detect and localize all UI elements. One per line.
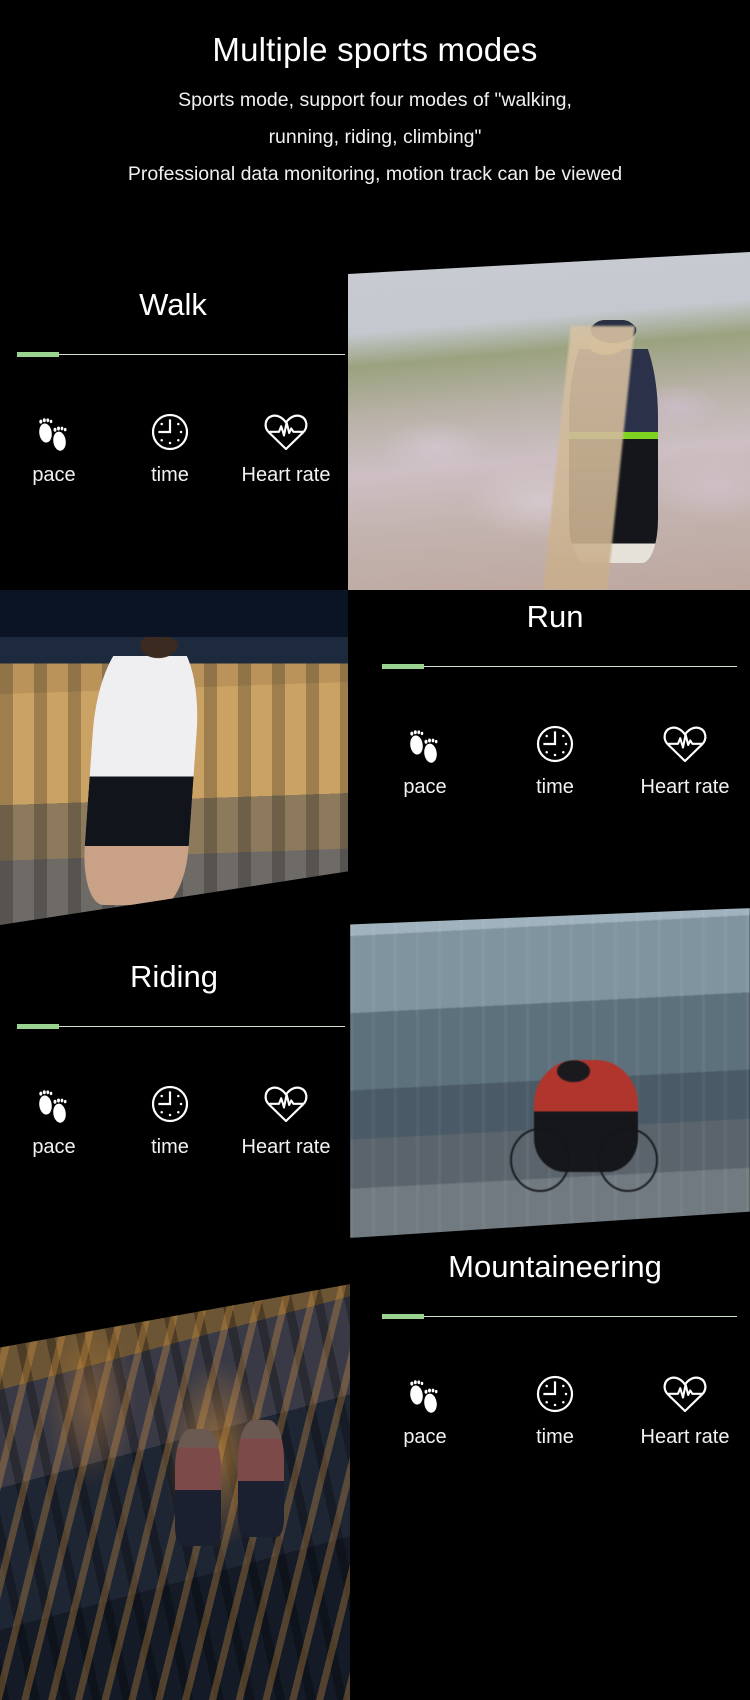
metric-label: time	[536, 776, 574, 799]
divider-accent-segment	[17, 352, 59, 358]
clock-icon	[532, 1367, 578, 1415]
metric-label: Heart rate	[640, 1426, 730, 1449]
metric-heart-rate[interactable]: Heart rate	[620, 717, 750, 799]
metric-pace[interactable]: pace	[0, 1077, 112, 1159]
section-mountaineering: Mountaineering pace time Heart rate	[360, 1249, 750, 1449]
section-walk: Walk pace time Heart rate	[0, 287, 348, 487]
sports-modes-page: Multiple sports modes Sports mode, suppo…	[0, 0, 750, 1700]
metrics-row-mountaineering: pace time Heart rate	[360, 1367, 750, 1449]
section-run: Run pace time Heart rate	[360, 599, 750, 799]
section-riding: Riding pace time Heart rate	[0, 959, 348, 1159]
metric-time[interactable]: time	[112, 1077, 228, 1159]
divider-accent-segment	[382, 1314, 424, 1320]
description-line-1: Sports mode, support four modes of "walk…	[178, 89, 572, 112]
clock-icon	[147, 405, 193, 453]
divider-accent-segment	[17, 1024, 59, 1030]
run-photo	[0, 590, 348, 925]
page-description: Sports mode, support four modes of "walk…	[0, 82, 750, 193]
footprints-icon	[31, 1077, 77, 1125]
metric-pace[interactable]: pace	[0, 405, 112, 487]
metric-label: Heart rate	[241, 1136, 331, 1159]
section-divider-walk	[17, 352, 345, 358]
metric-label: Heart rate	[241, 464, 331, 487]
section-title-walk: Walk	[139, 287, 207, 322]
metric-heart-rate[interactable]: Heart rate	[228, 1077, 344, 1159]
heart-pulse-icon	[261, 405, 311, 453]
metric-label: pace	[32, 464, 76, 487]
page-title: Multiple sports modes	[212, 31, 538, 68]
metric-label: pace	[403, 776, 447, 799]
section-title-riding: Riding	[130, 959, 218, 994]
heart-pulse-icon	[261, 1077, 311, 1125]
section-divider-riding	[17, 1024, 345, 1030]
section-divider-mountaineering	[382, 1314, 737, 1320]
metric-time[interactable]: time	[490, 717, 620, 799]
metrics-row-walk: pace time Heart rate	[0, 405, 344, 487]
metric-label: time	[536, 1426, 574, 1449]
metric-label: pace	[32, 1136, 76, 1159]
footprints-icon	[31, 405, 77, 453]
clock-icon	[147, 1077, 193, 1125]
divider-line	[382, 1316, 737, 1318]
divider-line	[382, 666, 737, 668]
section-title-mountaineering: Mountaineering	[448, 1249, 662, 1284]
footprints-icon	[402, 717, 448, 765]
walk-photo	[348, 252, 750, 590]
metric-time[interactable]: time	[490, 1367, 620, 1449]
metric-label: pace	[403, 1426, 447, 1449]
mountaineering-photo	[0, 1284, 350, 1700]
metrics-row-riding: pace time Heart rate	[0, 1077, 344, 1159]
description-line-2: running, riding, climbing"	[268, 126, 482, 149]
metrics-row-run: pace time Heart rate	[360, 717, 750, 799]
heart-pulse-icon	[660, 1367, 710, 1415]
divider-accent-segment	[382, 664, 424, 670]
divider-line	[17, 354, 345, 356]
metric-label: Heart rate	[640, 776, 730, 799]
section-title-run: Run	[526, 599, 584, 634]
clock-icon	[532, 717, 578, 765]
metric-label: time	[151, 1136, 189, 1159]
metric-heart-rate[interactable]: Heart rate	[228, 405, 344, 487]
description-line-3: Professional data monitoring, motion tra…	[127, 163, 623, 186]
metric-pace[interactable]: pace	[360, 717, 490, 799]
metric-time[interactable]: time	[112, 405, 228, 487]
riding-photo	[350, 908, 750, 1238]
metric-pace[interactable]: pace	[360, 1367, 490, 1449]
footprints-icon	[402, 1367, 448, 1415]
page-header: Multiple sports modes Sports mode, suppo…	[0, 0, 750, 193]
section-divider-run	[382, 664, 737, 670]
heart-pulse-icon	[660, 717, 710, 765]
metric-label: time	[151, 464, 189, 487]
metric-heart-rate[interactable]: Heart rate	[620, 1367, 750, 1449]
divider-line	[17, 1026, 345, 1028]
